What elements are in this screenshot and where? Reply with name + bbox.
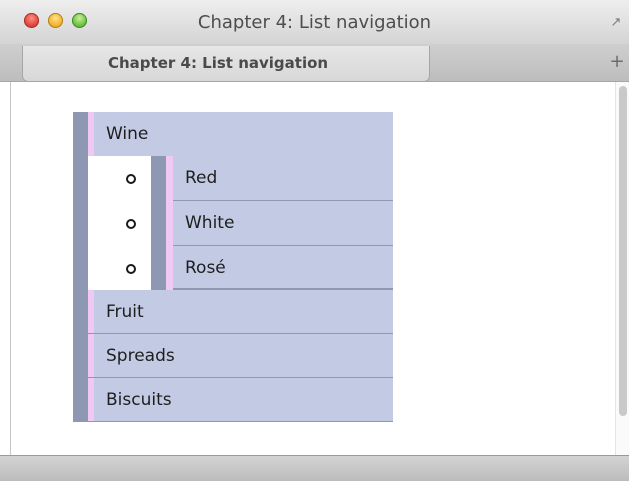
nav-subitem-label: Rosé bbox=[185, 258, 226, 278]
nav-bar bbox=[73, 112, 88, 156]
browser-window: Chapter 4: List navigation ↗ Chapter 4: … bbox=[0, 0, 629, 481]
page-content: Wine Red White Rosé Fruit Spreads Biscui… bbox=[10, 82, 629, 455]
add-tab-button[interactable]: + bbox=[609, 52, 625, 72]
tab-label: Chapter 4: List navigation bbox=[108, 54, 329, 72]
vertical-scrollbar[interactable] bbox=[615, 82, 629, 455]
title-bar: Chapter 4: List navigation ↗ bbox=[0, 0, 629, 44]
bullet-icon bbox=[126, 219, 136, 229]
nav-subitem-red[interactable]: Red bbox=[88, 156, 393, 201]
subnav-bar bbox=[151, 156, 166, 201]
nav-item-label: Biscuits bbox=[106, 390, 172, 410]
subnav-accent-bar bbox=[166, 156, 173, 201]
nav-accent-bar bbox=[88, 112, 94, 156]
nav-item-spreads[interactable]: Spreads bbox=[73, 334, 393, 378]
nav-item-label: Spreads bbox=[106, 346, 175, 366]
nav-item-wine[interactable]: Wine bbox=[73, 112, 393, 156]
nav-item-biscuits[interactable]: Biscuits bbox=[73, 378, 393, 422]
subnav-accent-bar bbox=[166, 201, 173, 246]
nav-accent-bar bbox=[88, 290, 94, 333]
fullscreen-icon[interactable]: ↗ bbox=[607, 14, 625, 32]
wine-sublist: Red White Rosé bbox=[73, 156, 393, 291]
nav-accent-bar bbox=[88, 334, 94, 377]
nav-item-label: Wine bbox=[106, 124, 149, 144]
nav-subitem-white[interactable]: White bbox=[88, 201, 393, 246]
nav-bar bbox=[73, 378, 88, 421]
subnav-bar bbox=[151, 201, 166, 246]
bullet-icon bbox=[126, 264, 136, 274]
nav-subitem-label: White bbox=[185, 213, 235, 233]
nav-accent-bar bbox=[88, 378, 94, 421]
nav-subitem-rose[interactable]: Rosé bbox=[88, 246, 393, 291]
bullet-icon bbox=[126, 174, 136, 184]
nav-bar bbox=[73, 156, 88, 290]
nav-item-fruit[interactable]: Fruit bbox=[73, 290, 393, 334]
nav-bar bbox=[73, 290, 88, 333]
scrollbar-thumb[interactable] bbox=[619, 86, 627, 416]
subnav-bar bbox=[151, 246, 166, 291]
subnav-accent-bar bbox=[166, 246, 173, 291]
status-bar bbox=[0, 455, 629, 481]
list-navigation: Wine Red White Rosé Fruit Spreads Biscui… bbox=[73, 112, 393, 422]
nav-bar bbox=[73, 334, 88, 377]
nav-subitem-label: Red bbox=[185, 168, 218, 188]
tab-bar: Chapter 4: List navigation + bbox=[0, 44, 629, 82]
nav-item-label: Fruit bbox=[106, 302, 144, 322]
tab-chapter-4[interactable]: Chapter 4: List navigation bbox=[22, 46, 430, 82]
window-title: Chapter 4: List navigation bbox=[197, 12, 432, 33]
